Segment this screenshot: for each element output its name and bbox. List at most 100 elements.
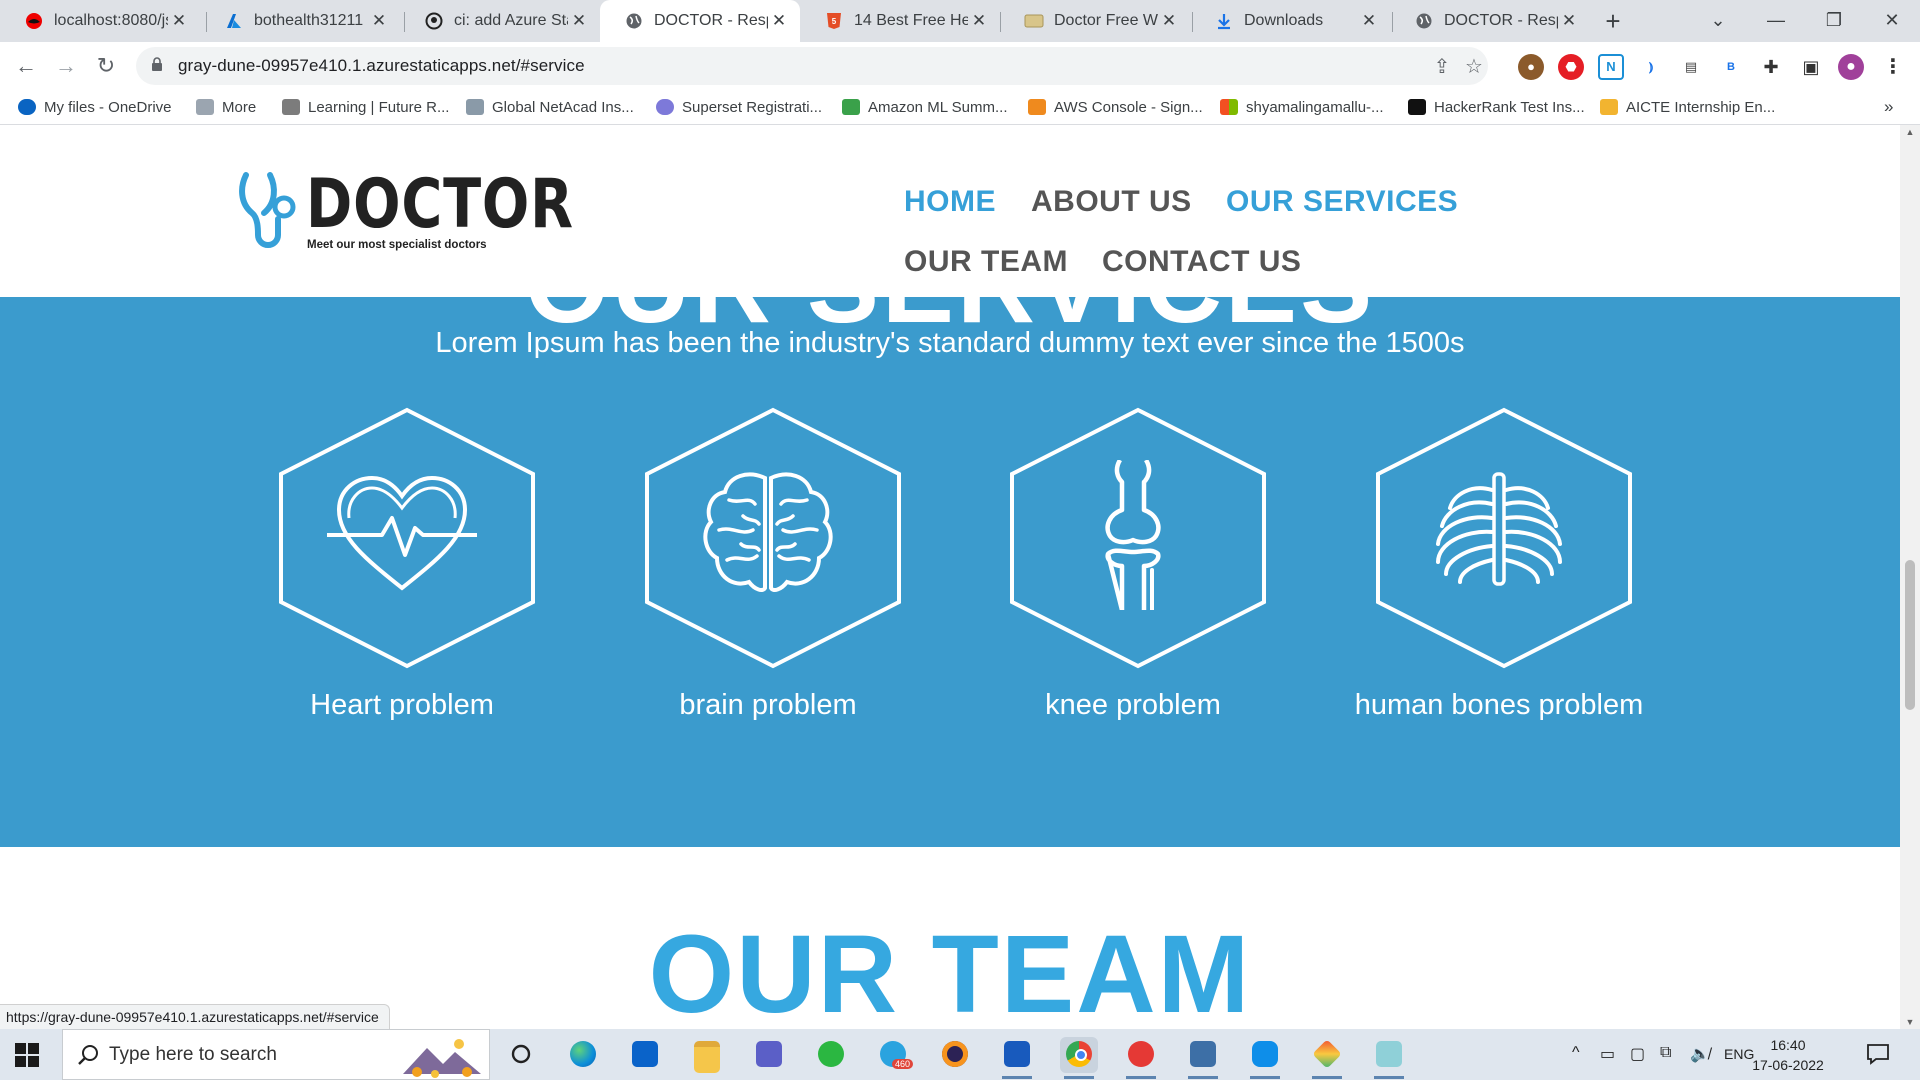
aws-icon xyxy=(1028,99,1046,115)
display-icon[interactable]: ⧉ xyxy=(1660,1044,1671,1062)
windows-taskbar: Type here to search 460 ^ ▭ ▢ ⧉ 🔈̸ ENG 1… xyxy=(0,1029,1920,1080)
openshot-taskbar-icon[interactable] xyxy=(1122,1037,1160,1079)
services-subtitle: Lorem Ipsum has been the industry's stan… xyxy=(435,327,1465,359)
scrollbar-thumb[interactable] xyxy=(1905,560,1915,710)
nav-about-us[interactable]: ABOUT US xyxy=(1031,185,1192,219)
search-highlight-illustration xyxy=(403,1039,481,1078)
close-tab-icon[interactable]: ✕ xyxy=(568,11,590,31)
close-tab-icon[interactable]: ✕ xyxy=(1358,11,1380,31)
network-icon[interactable]: ▢ xyxy=(1630,1044,1645,1064)
volume-muted-icon[interactable]: 🔈̸ xyxy=(1690,1044,1710,1064)
close-tab-icon[interactable]: ✕ xyxy=(968,11,990,31)
close-tab-icon[interactable]: ✕ xyxy=(1558,11,1580,31)
teams-taskbar-icon[interactable] xyxy=(750,1037,788,1073)
forward-button[interactable]: → xyxy=(50,50,82,82)
profile-avatar[interactable]: ● xyxy=(1838,54,1864,80)
adblock-extension-icon[interactable]: ⬣ xyxy=(1558,54,1584,80)
browser-tab[interactable]: bothealth31211 - ✕ xyxy=(200,0,400,42)
globe-icon xyxy=(624,11,644,31)
browser-tab-active[interactable]: DOCTOR - Respo ✕ xyxy=(600,0,800,42)
close-tab-icon[interactable]: ✕ xyxy=(168,11,190,31)
tab-title: DOCTOR - Respo xyxy=(654,12,768,29)
browser-tab[interactable]: 5 14 Best Free Heal ✕ xyxy=(800,0,1000,42)
bookmarks-overflow-button[interactable]: » xyxy=(1884,96,1893,118)
bookmark-item[interactable]: Learning | Future R... xyxy=(282,96,449,118)
browser-tab[interactable]: DOCTOR - Respo ✕ xyxy=(1390,0,1590,42)
b-extension-icon[interactable]: B xyxy=(1718,54,1744,80)
close-tab-icon[interactable]: ✕ xyxy=(368,11,390,31)
service-card-brain[interactable]: brain problem xyxy=(618,407,918,747)
bookmark-item[interactable]: AICTE Internship En... xyxy=(1600,96,1775,118)
close-window-button[interactable]: ✕ xyxy=(1864,0,1920,42)
bookmark-item[interactable]: HackerRank Test Ins... xyxy=(1408,96,1585,118)
browser-tab[interactable]: Doctor Free Web ✕ xyxy=(1000,0,1190,42)
taskbar-clock[interactable]: 16:40 17-06-2022 xyxy=(1748,1035,1828,1075)
service-card-bones[interactable]: human bones problem xyxy=(1349,407,1649,747)
bookmark-star-icon[interactable]: ☆ xyxy=(1462,55,1486,79)
cookie-extension-icon[interactable]: ● xyxy=(1518,54,1544,80)
service-card-heart[interactable]: Heart problem xyxy=(252,407,552,747)
bookmark-item[interactable]: Superset Registrati... xyxy=(656,96,822,118)
telegram-taskbar-icon[interactable]: 460 xyxy=(874,1037,914,1073)
eclipse-taskbar-icon[interactable] xyxy=(936,1037,974,1073)
bookmark-item[interactable]: My files - OneDrive xyxy=(18,96,172,118)
nav-our-services[interactable]: OUR SERVICES xyxy=(1226,185,1458,219)
new-tab-button[interactable]: + xyxy=(1598,6,1628,36)
battery-icon[interactable]: ▭ xyxy=(1600,1044,1615,1064)
edge-taskbar-icon[interactable] xyxy=(564,1037,602,1073)
page-scrollbar[interactable]: ▲ ▼ xyxy=(1900,125,1920,1029)
side-panel-icon[interactable]: ▣ xyxy=(1798,54,1824,80)
site-logo[interactable]: DOCTOR Meet our most specialist doctors xyxy=(236,165,573,255)
browser-tab[interactable]: ci: add Azure Stat ✕ xyxy=(400,0,600,42)
audio-extension-icon[interactable]: ⦆ xyxy=(1638,54,1664,80)
reader-extension-icon[interactable]: ▤ xyxy=(1678,54,1704,80)
search-placeholder: Type here to search xyxy=(109,1044,277,1065)
heart-pulse-icon xyxy=(327,475,477,591)
browser-tab[interactable]: Downloads ✕ xyxy=(1190,0,1390,42)
word-taskbar-icon[interactable] xyxy=(998,1037,1036,1079)
notion-extension-icon[interactable]: N xyxy=(1598,54,1624,80)
scroll-down-arrow-icon[interactable]: ▼ xyxy=(1905,1017,1915,1027)
taskbar-search-box[interactable]: Type here to search xyxy=(62,1029,490,1080)
bookmark-item[interactable]: shyamalingamallu-... xyxy=(1220,96,1384,118)
task-view-button[interactable] xyxy=(502,1037,540,1073)
git-taskbar-icon[interactable] xyxy=(1308,1037,1346,1079)
tab-search-chevron-icon[interactable]: ⌄ xyxy=(1690,0,1746,42)
mail-taskbar-icon[interactable] xyxy=(626,1037,664,1073)
site-icon xyxy=(1024,11,1044,31)
service-card-knee[interactable]: knee problem xyxy=(983,407,1283,747)
extensions-puzzle-icon[interactable]: ✚ xyxy=(1758,54,1784,80)
mysql-workbench-taskbar-icon[interactable] xyxy=(1184,1037,1222,1079)
nav-contact-us[interactable]: CONTACT US xyxy=(1102,245,1301,279)
lock-icon[interactable] xyxy=(150,57,164,71)
bookmark-item[interactable]: AWS Console - Sign... xyxy=(1028,96,1203,118)
whatsapp-taskbar-icon[interactable] xyxy=(812,1037,850,1073)
reload-button[interactable]: ↻ xyxy=(90,50,122,82)
notifications-icon[interactable] xyxy=(1866,1043,1890,1065)
back-button[interactable]: ← xyxy=(10,50,42,82)
bookmark-item[interactable]: Global NetAcad Ins... xyxy=(466,96,634,118)
superset-icon xyxy=(656,99,674,115)
service-label: brain problem xyxy=(679,689,857,721)
address-bar[interactable]: gray-dune-09957e410.1.azurestaticapps.ne… xyxy=(136,47,1488,85)
url-text[interactable]: gray-dune-09957e410.1.azurestaticapps.ne… xyxy=(178,56,585,76)
close-tab-icon[interactable]: ✕ xyxy=(1158,11,1180,31)
teamviewer-taskbar-icon[interactable] xyxy=(1246,1037,1284,1079)
minimize-button[interactable]: — xyxy=(1748,0,1804,42)
share-icon[interactable]: ⇪ xyxy=(1430,55,1454,79)
scroll-up-arrow-icon[interactable]: ▲ xyxy=(1905,127,1915,137)
chrome-taskbar-icon[interactable] xyxy=(1060,1037,1098,1079)
notepad-taskbar-icon[interactable] xyxy=(1370,1037,1408,1079)
bookmark-item[interactable]: More xyxy=(196,96,256,118)
windows-start-icon[interactable] xyxy=(14,1042,40,1068)
show-hidden-icons-chevron-icon[interactable]: ^ xyxy=(1572,1044,1580,1062)
chrome-menu-icon[interactable]: ⋮ xyxy=(1880,54,1906,80)
close-tab-icon[interactable]: ✕ xyxy=(768,11,790,31)
file-explorer-taskbar-icon[interactable] xyxy=(688,1037,726,1073)
nav-our-team[interactable]: OUR TEAM xyxy=(904,245,1068,279)
bookmark-item[interactable]: Amazon ML Summ... xyxy=(842,96,1007,118)
nav-home[interactable]: HOME xyxy=(904,185,996,219)
browser-tab[interactable]: localhost:8080/jsp ✕ xyxy=(0,0,200,42)
aicte-icon xyxy=(1600,99,1618,115)
restore-button[interactable]: ❐ xyxy=(1806,0,1862,42)
